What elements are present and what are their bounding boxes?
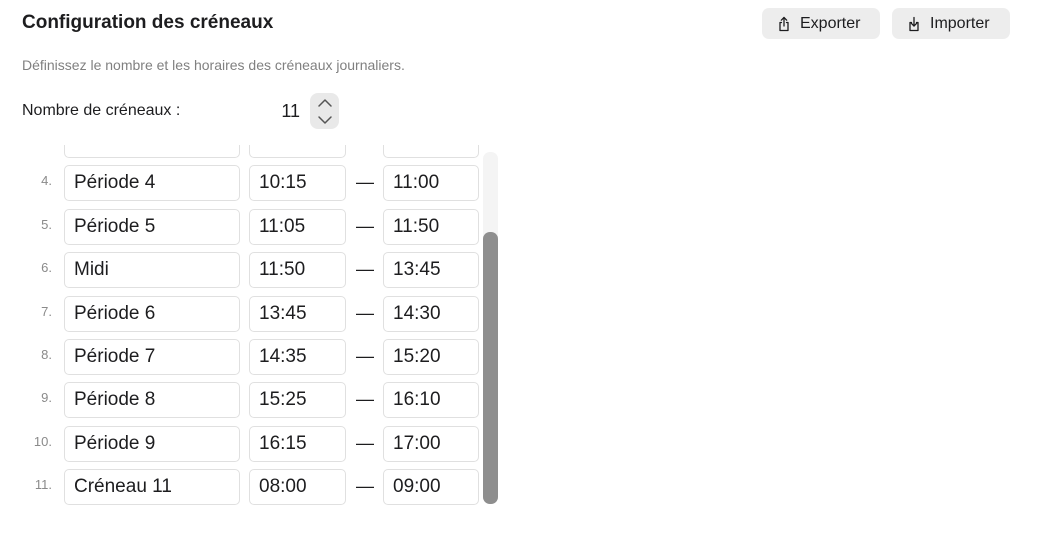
slot-start-field[interactable]: 14:35: [249, 338, 346, 375]
slot-row: 11. Créneau 11 08:00 — 09:00: [0, 465, 500, 508]
slot-name-field[interactable]: Période 7: [64, 338, 240, 375]
page-subtitle: Définissez le nombre et les horaires des…: [22, 57, 405, 73]
time-separator: —: [356, 476, 374, 497]
slot-number: 10.: [33, 433, 52, 449]
share-icon: [779, 16, 789, 31]
slot-start-field[interactable]: 08:00: [249, 469, 346, 506]
slot-row: 10. Période 9 16:15 — 17:00: [0, 422, 500, 465]
time-separator: —: [356, 389, 374, 410]
slot-name-field[interactable]: Midi: [64, 252, 240, 289]
stepper-decrement[interactable]: [310, 111, 339, 128]
slot-count-stepper[interactable]: [310, 93, 339, 129]
slot-name-field[interactable]: Période 3: [64, 145, 240, 158]
time-separator: —: [356, 145, 374, 150]
slot-number: 5.: [41, 216, 52, 232]
slot-row: 8. Période 7 14:35 — 15:20: [0, 335, 500, 378]
slot-name-field[interactable]: Créneau 11: [64, 469, 240, 506]
slot-start-field[interactable]: 10:15: [249, 165, 346, 202]
export-button[interactable]: Exporter: [762, 8, 880, 39]
slot-number: 4.: [41, 173, 52, 189]
slot-start-field[interactable]: 15:25: [249, 382, 346, 419]
time-separator: —: [356, 432, 374, 453]
slot-start-field[interactable]: 16:15: [249, 425, 346, 462]
slot-row: 6. Midi 11:50 — 13:45: [0, 248, 500, 291]
time-separator: —: [356, 259, 374, 280]
slot-name-field[interactable]: Période 6: [64, 295, 240, 332]
slot-end-field[interactable]: 11:00: [383, 165, 479, 202]
download-icon: [909, 16, 919, 31]
time-separator: —: [356, 345, 374, 366]
import-button[interactable]: Importer: [892, 8, 1010, 39]
slot-end-field[interactable]: 9:55: [383, 145, 479, 158]
export-label: Exporter: [800, 14, 861, 32]
slot-start-field[interactable]: 11:50: [249, 252, 346, 289]
slot-end-field[interactable]: 15:20: [383, 338, 479, 375]
slot-number: 8.: [41, 346, 52, 362]
slot-count-value: 11: [281, 101, 300, 121]
slot-end-field[interactable]: 16:10: [383, 382, 479, 419]
slot-name-field[interactable]: Période 4: [64, 165, 240, 202]
slot-end-field[interactable]: 17:00: [383, 425, 479, 462]
slot-end-field[interactable]: 11:50: [383, 208, 479, 245]
slot-list[interactable]: 3. Période 3 9:10 — 9:55 4. Période 4 10…: [0, 145, 500, 510]
slot-start-field[interactable]: 9:10: [249, 145, 346, 158]
slot-count-label: Nombre de créneaux :: [22, 102, 181, 119]
slot-number: 7.: [41, 303, 52, 319]
time-separator: —: [356, 172, 374, 193]
import-label: Importer: [930, 14, 990, 32]
slot-row: 9. Période 8 15:25 — 16:10: [0, 378, 500, 421]
chevron-up-icon: [317, 98, 332, 107]
slot-number: 9.: [41, 390, 52, 406]
slot-number: 11.: [34, 477, 52, 493]
slot-number: 6.: [41, 260, 52, 276]
slot-list-content: 3. Période 3 9:10 — 9:55 4. Période 4 10…: [0, 145, 500, 509]
slot-row: 4. Période 4 10:15 — 11:00: [0, 161, 500, 204]
slot-name-field[interactable]: Période 5: [64, 208, 240, 245]
slot-name-field[interactable]: Période 9: [64, 425, 240, 462]
chevron-down-icon: [317, 115, 332, 124]
slot-row: 5. Période 5 11:05 — 11:50: [0, 205, 500, 248]
slot-start-field[interactable]: 13:45: [249, 295, 346, 332]
slot-row: 7. Période 6 13:45 — 14:30: [0, 292, 500, 335]
slot-end-field[interactable]: 13:45: [383, 252, 479, 289]
slot-end-field[interactable]: 09:00: [383, 469, 479, 506]
slot-name-field[interactable]: Période 8: [64, 382, 240, 419]
slot-row: 3. Période 3 9:10 — 9:55: [0, 145, 500, 161]
slot-start-field[interactable]: 11:05: [249, 208, 346, 245]
stepper-increment[interactable]: [310, 94, 339, 111]
time-separator: —: [356, 302, 374, 323]
scrollbar-thumb[interactable]: [483, 232, 498, 504]
time-separator: —: [356, 215, 374, 236]
slot-end-field[interactable]: 14:30: [383, 295, 479, 332]
page-title: Configuration des créneaux: [22, 12, 274, 33]
